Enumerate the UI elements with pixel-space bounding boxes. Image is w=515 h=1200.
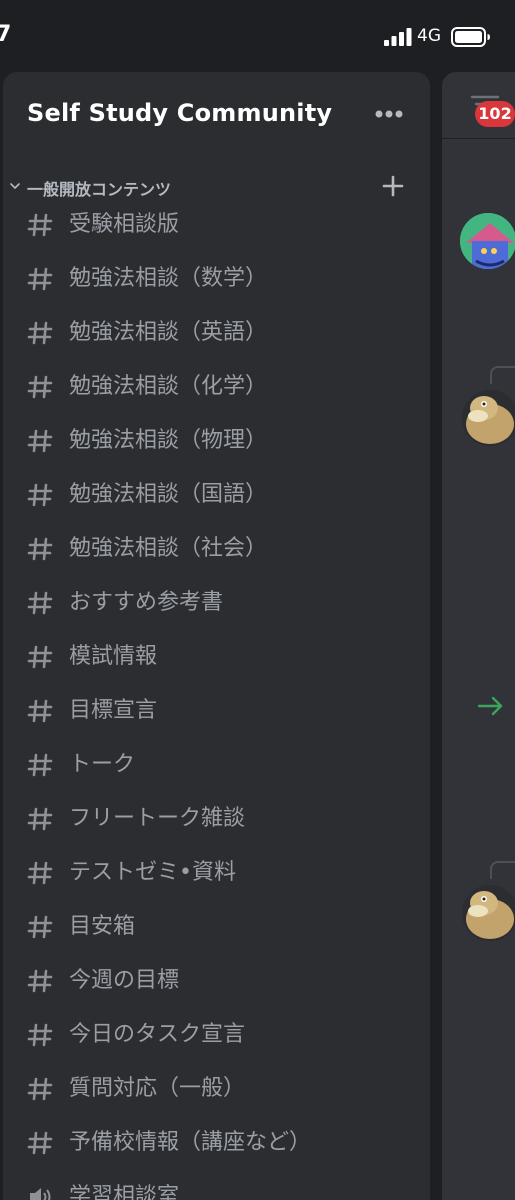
channel-item[interactable]: 勉強法相談（物理） xyxy=(25,416,420,470)
hash-icon xyxy=(27,536,53,564)
hash-icon xyxy=(27,644,53,672)
chevron-down-icon xyxy=(10,183,20,189)
hash-icon xyxy=(27,806,53,834)
channel-item[interactable]: トーク xyxy=(25,740,420,794)
network-label: 4G xyxy=(417,26,441,46)
hash-icon xyxy=(27,914,53,942)
channel-label: 今日のタスク宣言 xyxy=(69,1022,246,1047)
channel-label: 学習相談室 xyxy=(69,1184,180,1200)
channel-label: 目安箱 xyxy=(69,914,136,939)
status-time: 7 xyxy=(0,22,12,47)
plus-icon[interactable] xyxy=(381,174,405,198)
chat-header-divider xyxy=(442,138,515,139)
category-header[interactable]: 一般開放コンテンツ xyxy=(9,172,419,202)
hash-icon xyxy=(27,590,53,618)
channel-label: 勉強法相談（化学） xyxy=(69,374,268,399)
channel-item[interactable]: 勉強法相談（英語） xyxy=(25,308,420,362)
server-name[interactable]: Self Study Community xyxy=(27,99,332,127)
hash-icon xyxy=(27,428,53,456)
channel-item[interactable]: おすすめ参考書 xyxy=(25,578,420,632)
channel-item[interactable]: 勉強法相談（国語） xyxy=(25,470,420,524)
join-arrow-icon xyxy=(477,696,503,716)
channel-item[interactable]: 今週の目標 xyxy=(25,956,420,1010)
channel-label: 質問対応（一般） xyxy=(69,1076,246,1101)
reply-indicator xyxy=(490,366,515,384)
hash-icon xyxy=(27,1130,53,1158)
channel-item[interactable]: テストゼミ•資料 xyxy=(25,848,420,902)
avatar[interactable] xyxy=(462,390,515,446)
channel-item[interactable]: 質問対応（一般） xyxy=(25,1064,420,1118)
hash-icon xyxy=(27,374,53,402)
channel-label: 勉強法相談（国語） xyxy=(69,482,268,507)
channel-label: 予備校情報（講座など） xyxy=(69,1130,312,1155)
channel-item[interactable]: 目標宣言 xyxy=(25,686,420,740)
hash-icon xyxy=(27,698,53,726)
hash-icon xyxy=(27,320,53,348)
channel-item[interactable]: フリートーク雑談 xyxy=(25,794,420,848)
channel-label: 今週の目標 xyxy=(69,968,180,993)
discord-screen: 7 4G Self Study Community 一般開放コンテンツ 受験相談… xyxy=(0,0,515,1200)
channel-label: 目標宣言 xyxy=(69,698,158,723)
speaker-icon xyxy=(27,1184,53,1200)
signal-icon xyxy=(384,28,412,46)
reply-indicator xyxy=(490,861,515,879)
category-label: 一般開放コンテンツ xyxy=(27,180,172,199)
channel-item[interactable]: 予備校情報（講座など） xyxy=(25,1118,420,1172)
avatar-house-image xyxy=(460,213,515,269)
channel-label: おすすめ参考書 xyxy=(69,590,224,615)
status-bar: 7 4G xyxy=(0,0,515,70)
more-icon[interactable] xyxy=(372,102,406,126)
channel-label: 受験相談版 xyxy=(69,212,180,237)
channel-label: 模試情報 xyxy=(69,644,158,669)
avatar-duck-image xyxy=(462,390,515,446)
channel-label: トーク xyxy=(69,752,136,777)
unread-badge: 102 xyxy=(475,101,515,127)
avatar[interactable] xyxy=(460,213,515,269)
channel-item[interactable]: 目安箱 xyxy=(25,902,420,956)
avatar-duck-image xyxy=(462,885,515,941)
channel-label: 勉強法相談（物理） xyxy=(69,428,268,453)
channel-label: フリートーク雑談 xyxy=(69,806,246,831)
hash-icon xyxy=(27,968,53,996)
channel-item[interactable]: 勉強法相談（数学） xyxy=(25,254,420,308)
channel-label: 勉強法相談（数学） xyxy=(69,266,268,291)
hash-icon xyxy=(27,752,53,780)
channel-item[interactable]: 勉強法相談（化学） xyxy=(25,362,420,416)
hash-icon xyxy=(27,482,53,510)
hash-icon xyxy=(27,266,53,294)
channel-label: テストゼミ•資料 xyxy=(69,860,236,885)
channel-panel: Self Study Community 一般開放コンテンツ 受験相談版勉強法相… xyxy=(3,72,430,1200)
channel-item[interactable]: 受験相談版 xyxy=(25,200,420,254)
avatar[interactable] xyxy=(462,885,515,941)
channel-label: 勉強法相談（社会） xyxy=(69,536,268,561)
channel-label: 勉強法相談（英語） xyxy=(69,320,268,345)
hash-icon xyxy=(27,1022,53,1050)
channel-item[interactable]: 学習相談室 xyxy=(25,1172,420,1200)
channel-item[interactable]: 模試情報 xyxy=(25,632,420,686)
channel-item[interactable]: 勉強法相談（社会） xyxy=(25,524,420,578)
hash-icon xyxy=(27,212,53,240)
channel-item[interactable]: 今日のタスク宣言 xyxy=(25,1010,420,1064)
hash-icon xyxy=(27,1076,53,1104)
hash-icon xyxy=(27,860,53,888)
battery-icon xyxy=(451,27,490,47)
